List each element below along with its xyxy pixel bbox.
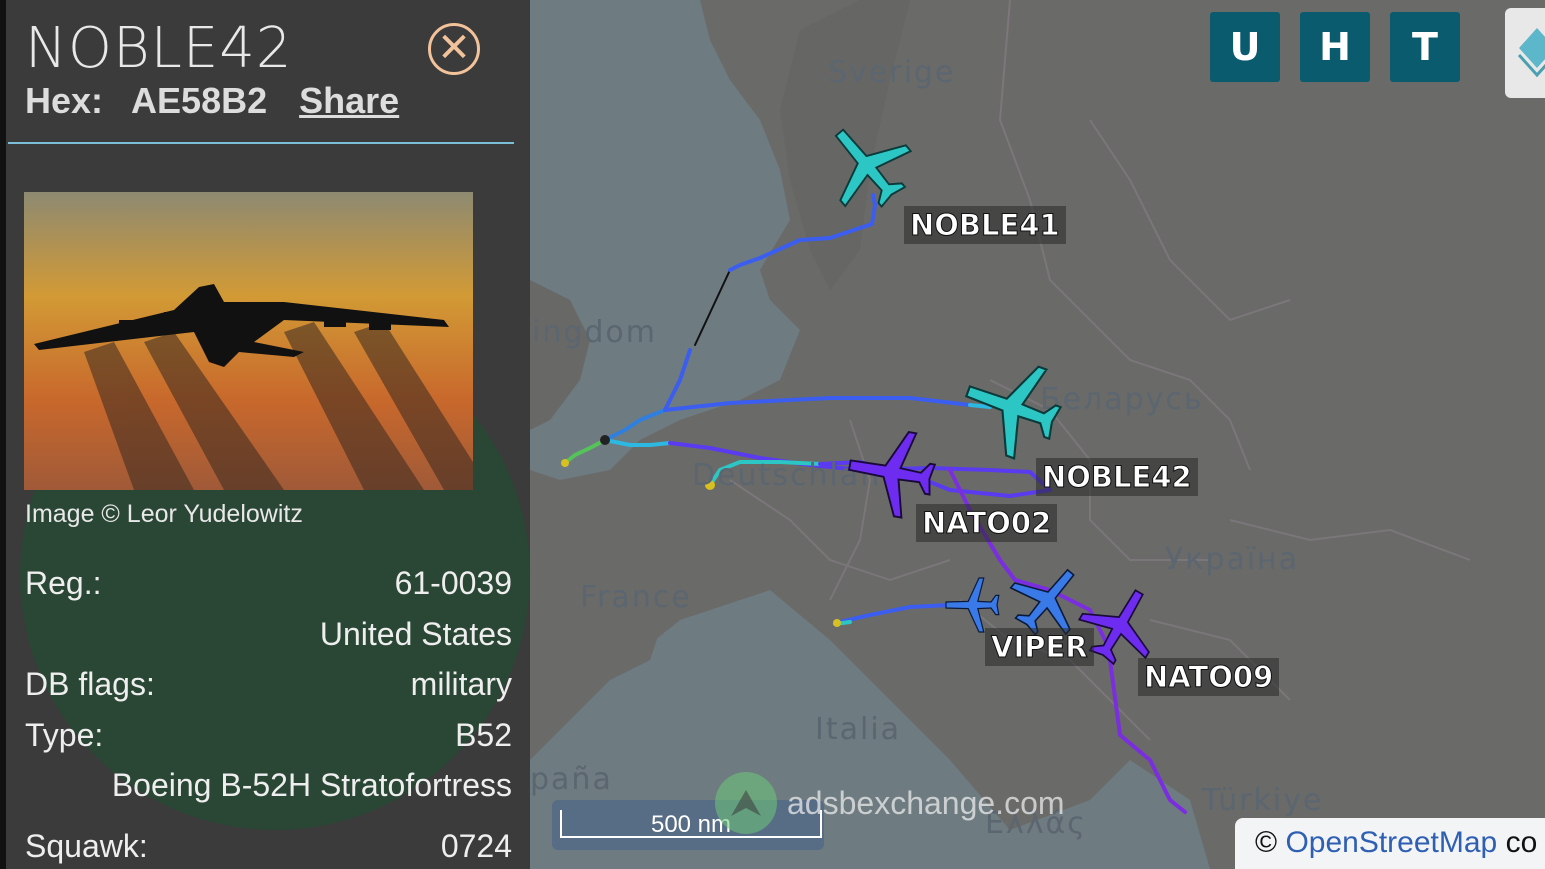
type-row: Type: B52 <box>25 717 512 757</box>
aircraft-photo-image <box>24 192 473 490</box>
dbflags-row: DB flags: military <box>25 666 512 706</box>
aircraft-label-nato09[interactable]: NATO09 <box>1138 658 1280 696</box>
country-label-uk: ingdom <box>532 315 658 350</box>
squawk-row: Squawk: 0724 <box>25 828 512 868</box>
dbflags-value: military <box>410 666 512 702</box>
attribution-suffix: co <box>1505 826 1538 859</box>
image-credit: Image © Leor Yudelowitz <box>25 500 303 528</box>
map-attribution: © OpenStreetMap co <box>1235 818 1545 869</box>
map-view[interactable]: Sverige ingdom Беларусь Deutschland Fran… <box>530 0 1545 869</box>
toggle-u-button[interactable]: U <box>1210 12 1280 82</box>
reg-value: 61-0039 <box>394 565 512 601</box>
attribution-prefix: © <box>1255 826 1278 859</box>
country-label-ukraine: Україна <box>1165 542 1300 577</box>
type-label: Type: <box>25 717 104 753</box>
country-label-turkey: Türkiye <box>1202 783 1324 818</box>
watermark-text: adsbexchange.com <box>787 784 1065 821</box>
aircraft-icon-viper-small[interactable] <box>938 575 1008 635</box>
aircraft-icon-noble42[interactable] <box>955 355 1070 460</box>
hex-row: Hex: AE58B2 Share <box>25 80 399 122</box>
country-row: United States <box>25 616 512 656</box>
type-value: B52 <box>455 717 512 753</box>
toggle-t-button[interactable]: T <box>1390 12 1460 82</box>
type-description: Boeing B-52H Stratofortress <box>111 767 512 803</box>
squawk-value: 0724 <box>440 828 512 864</box>
hex-value: AE58B2 <box>131 80 268 121</box>
aircraft-icon-noble41[interactable] <box>812 118 922 213</box>
adsb-logo-icon <box>715 772 777 834</box>
country-value: United States <box>319 616 512 652</box>
country-label-spain: paña <box>530 762 613 797</box>
layers-icon <box>1517 28 1545 78</box>
panel-edge <box>0 0 6 869</box>
aircraft-label-nato02[interactable]: NATO02 <box>916 504 1058 542</box>
aircraft-info-panel: NOBLE42 ✕ Hex: AE58B2 Share Image © Leor… <box>0 0 530 869</box>
country-label-france: France <box>580 580 692 615</box>
dbflags-label: DB flags: <box>25 666 155 702</box>
share-link[interactable]: Share <box>299 80 399 121</box>
aircraft-photo[interactable] <box>24 192 473 490</box>
panel-divider <box>8 142 514 144</box>
type-description-row: Boeing B-52H Stratofortress <box>25 767 512 807</box>
squawk-label: Squawk: <box>25 828 148 864</box>
aircraft-label-viper[interactable]: VIPER <box>985 628 1094 666</box>
layers-button[interactable] <box>1505 8 1545 98</box>
country-label-sweden: Sverige <box>828 55 956 90</box>
watermark: adsbexchange.com <box>715 772 1065 834</box>
close-icon[interactable]: ✕ <box>428 23 480 75</box>
reg-row: Reg.: 61-0039 <box>25 565 512 605</box>
aircraft-label-noble41[interactable]: NOBLE41 <box>904 206 1066 244</box>
openstreetmap-link[interactable]: OpenStreetMap <box>1285 826 1497 859</box>
aircraft-label-noble42[interactable]: NOBLE42 <box>1036 458 1198 496</box>
reg-label: Reg.: <box>25 565 102 601</box>
country-label-italy: Italia <box>815 712 902 747</box>
toggle-h-button[interactable]: H <box>1300 12 1370 82</box>
aircraft-callsign-title: NOBLE42 <box>25 16 293 81</box>
hex-label: Hex: <box>25 80 104 121</box>
